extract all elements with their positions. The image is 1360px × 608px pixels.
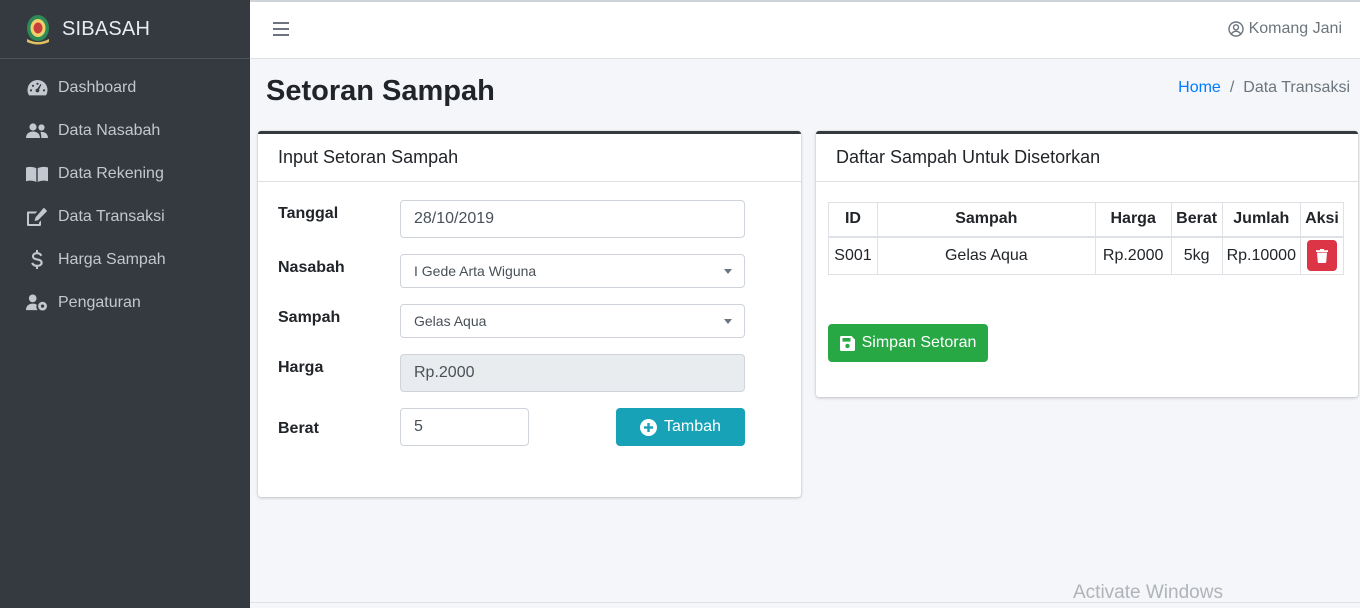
simpan-setoran-label: Simpan Setoran [861, 334, 977, 351]
daftar-sampah-table: ID Sampah Harga Berat Jumlah Aksi S001 G… [828, 202, 1345, 275]
user-circle-icon [1227, 21, 1244, 37]
sidebar-item-label: Data Rekening [58, 164, 164, 182]
tachometer-icon [26, 78, 48, 98]
card-title: Input Setoran Sampah [258, 134, 801, 182]
table-header-row: ID Sampah Harga Berat Jumlah Aksi [828, 202, 1345, 238]
user-menu[interactable]: Komang Jani [1227, 20, 1342, 38]
sidebar-nav: Dashboard Data Nasabah Data Rekening Dat… [0, 59, 250, 324]
sidebar-item-label: Dashboard [58, 78, 137, 96]
daftar-sampah-card: Daftar Sampah Untuk Disetorkan ID Sampah… [816, 131, 1358, 397]
berat-label: Berat [278, 420, 319, 437]
tanggal-input[interactable]: 28/10/2019 [400, 200, 745, 238]
chevron-down-icon [724, 269, 732, 274]
cell-harga: Rp.2000 [1094, 236, 1172, 275]
harga-value: Rp.2000 [414, 364, 475, 381]
users-icon [26, 121, 48, 141]
nasabah-select[interactable]: I Gede Arta Wiguna [400, 254, 745, 288]
breadcrumb-home-link[interactable]: Home [1178, 79, 1221, 97]
save-icon [839, 335, 855, 351]
sidebar-item-data-rekening[interactable]: Data Rekening [0, 152, 250, 195]
column-header-aksi: Aksi [1299, 202, 1345, 238]
sidebar-item-label: Data Nasabah [58, 121, 161, 139]
brand-title: SIBASAH [62, 17, 151, 40]
cell-sampah: Gelas Aqua [876, 236, 1096, 275]
simpan-setoran-button[interactable]: Simpan Setoran [828, 324, 988, 362]
sampah-value: Gelas Aqua [414, 313, 487, 329]
column-header-berat: Berat [1170, 202, 1223, 238]
hamburger-menu-icon[interactable] [273, 22, 289, 36]
sidebar-item-data-nasabah[interactable]: Data Nasabah [0, 109, 250, 152]
sidebar-item-label: Pengaturan [58, 293, 141, 311]
table-row: S001 Gelas Aqua Rp.2000 5kg Rp.10000 [828, 236, 1345, 275]
tambah-label: Tambah [664, 418, 721, 435]
sampah-label: Sampah [278, 309, 341, 326]
cell-jumlah: Rp.10000 [1221, 236, 1301, 275]
column-header-sampah: Sampah [876, 202, 1096, 238]
user-name: Komang Jani [1248, 20, 1342, 37]
edit-icon [26, 207, 48, 227]
cell-id: S001 [828, 236, 878, 275]
tanggal-label: Tanggal [278, 205, 339, 222]
book-icon [26, 164, 48, 184]
activate-windows-watermark: Activate Windows [1073, 582, 1223, 603]
column-header-id: ID [828, 202, 878, 238]
sidebar-item-label: Data Transaksi [58, 207, 165, 225]
breadcrumb-current: Data Transaksi [1243, 79, 1350, 96]
page-title: Setoran Sampah [266, 75, 495, 107]
sidebar-item-data-transaksi[interactable]: Data Transaksi [0, 195, 250, 238]
sidebar-item-label: Harga Sampah [58, 250, 166, 268]
tambah-button[interactable]: Tambah [616, 408, 745, 446]
sampah-select[interactable]: Gelas Aqua [400, 304, 745, 338]
nasabah-value: I Gede Arta Wiguna [414, 263, 537, 279]
column-header-harga: Harga [1094, 202, 1172, 238]
berat-value: 5 [414, 418, 423, 435]
plus-circle-icon [640, 418, 658, 436]
sidebar-item-dashboard[interactable]: Dashboard [0, 66, 250, 109]
tanggal-value: 28/10/2019 [414, 210, 495, 227]
brand-logo-icon [27, 15, 49, 45]
brand[interactable]: SIBASAH [0, 0, 250, 59]
breadcrumb-separator: / [1229, 79, 1235, 96]
column-header-jumlah: Jumlah [1221, 202, 1301, 238]
trash-icon [1315, 248, 1328, 263]
berat-input[interactable]: 5 [400, 408, 529, 446]
nasabah-label: Nasabah [278, 259, 345, 276]
chevron-down-icon [724, 319, 732, 324]
card-title: Daftar Sampah Untuk Disetorkan [816, 134, 1358, 182]
cell-aksi [1299, 236, 1345, 275]
topbar: Komang Jani [250, 0, 1360, 59]
sidebar-item-pengaturan[interactable]: Pengaturan [0, 281, 250, 324]
cell-berat: 5kg [1170, 236, 1223, 275]
harga-input: Rp.2000 [400, 354, 745, 392]
dollar-icon [26, 250, 48, 270]
input-setoran-card: Input Setoran Sampah Tanggal 28/10/2019 … [258, 131, 801, 497]
sidebar: SIBASAH Dashboard Data Nasabah Data Reke… [0, 0, 250, 608]
harga-label: Harga [278, 359, 324, 376]
sidebar-item-harga-sampah[interactable]: Harga Sampah [0, 238, 250, 281]
breadcrumb: Home / Data Transaksi [1178, 79, 1350, 97]
delete-button[interactable] [1306, 240, 1337, 272]
user-cog-icon [26, 293, 48, 313]
